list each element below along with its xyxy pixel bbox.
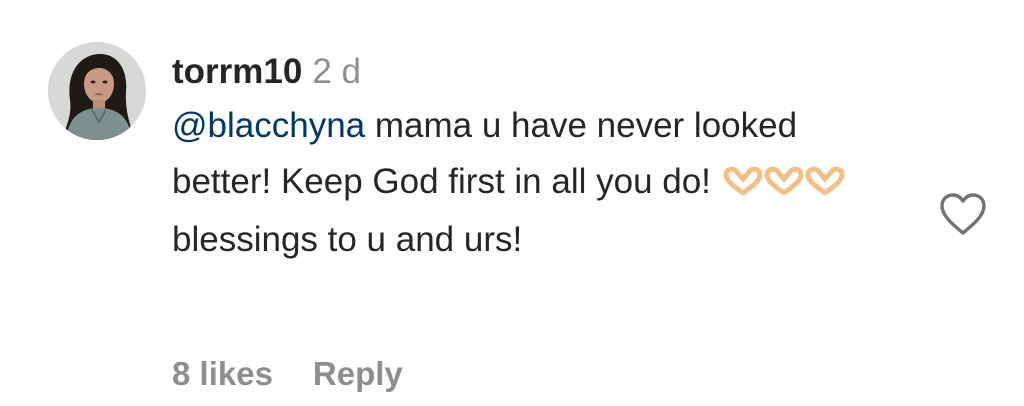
comment-body: torrm10 2 d @blacchyna mama u have never … bbox=[172, 46, 892, 268]
avatar[interactable] bbox=[48, 42, 146, 140]
comment-meta: 8 likes Reply bbox=[172, 348, 403, 400]
heart-hands-icon bbox=[723, 166, 845, 195]
comment-item: torrm10 2 d @blacchyna mama u have never … bbox=[0, 0, 1024, 406]
comment-timestamp[interactable]: 2 d bbox=[312, 52, 361, 91]
mention-link[interactable]: @blacchyna bbox=[172, 106, 365, 145]
username-link[interactable]: torrm10 bbox=[172, 52, 302, 91]
comment-text-part2: blessings to u and urs! bbox=[172, 220, 523, 259]
like-button[interactable] bbox=[938, 191, 988, 237]
comment-header: torrm10 2 d bbox=[172, 46, 892, 98]
likes-count-link[interactable]: 8 likes bbox=[172, 355, 273, 392]
heart-hands-emoji bbox=[723, 156, 847, 212]
reply-button[interactable]: Reply bbox=[313, 355, 403, 392]
comment-text: @blacchyna mama u have never looked bett… bbox=[172, 98, 862, 268]
heart-outline-icon bbox=[940, 193, 986, 235]
profile-photo bbox=[48, 42, 146, 140]
